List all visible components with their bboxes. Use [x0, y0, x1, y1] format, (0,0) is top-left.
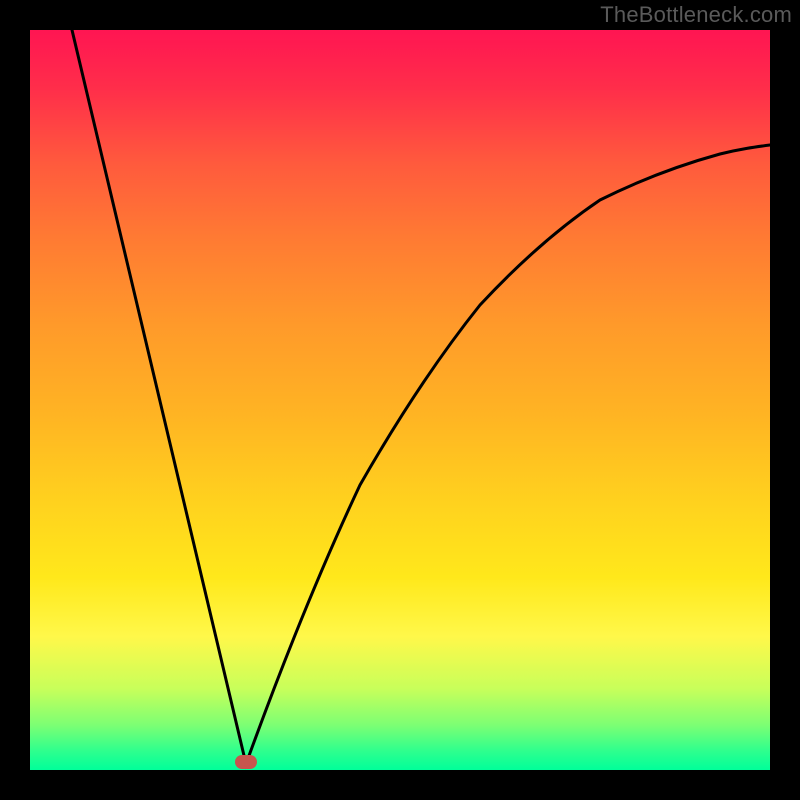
watermark-text: TheBottleneck.com: [600, 2, 792, 28]
plot-area: [30, 30, 770, 770]
curve-svg: [30, 30, 770, 770]
chart-frame: TheBottleneck.com: [0, 0, 800, 800]
min-marker: [235, 755, 257, 769]
bottleneck-curve: [72, 30, 770, 764]
